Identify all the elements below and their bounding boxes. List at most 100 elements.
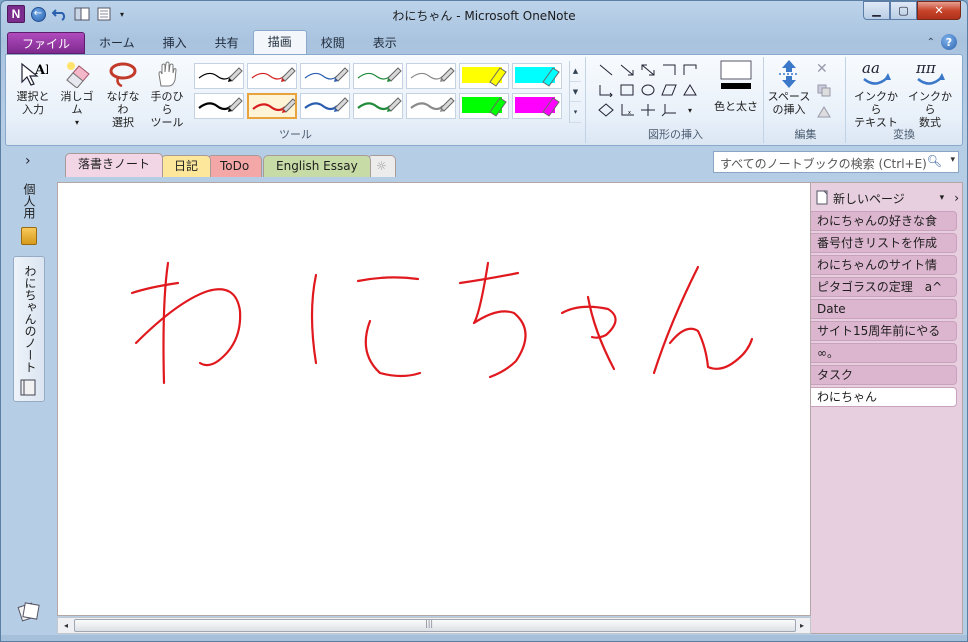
axis-xy-icon[interactable]	[596, 81, 616, 99]
expand-notebook-pane-button[interactable]: ›	[25, 153, 31, 169]
page-canvas[interactable]	[57, 182, 811, 616]
section-tab-rakugaki[interactable]: 落書きノート	[65, 153, 164, 177]
lasso-select-button[interactable]: なげなわ 選択	[102, 59, 144, 129]
color-and-thickness-label: 色と太さ	[714, 100, 758, 113]
rotate-button[interactable]	[816, 105, 836, 122]
tab-draw[interactable]: 描画	[252, 30, 307, 54]
search-icon[interactable]: 🔍︎	[927, 154, 942, 168]
svg-text:x: x	[628, 110, 631, 116]
highlighter-magenta[interactable]	[512, 93, 562, 119]
shapes-scroll-icon[interactable]: ▾	[680, 101, 700, 119]
search-scope-dropdown-icon[interactable]: ▾	[950, 155, 955, 165]
highlighter-green[interactable]	[459, 93, 509, 119]
tab-review[interactable]: 校閲	[307, 32, 359, 54]
section-tab-diary[interactable]: 日記	[161, 155, 212, 177]
gallery-up-icon[interactable]: ▲	[570, 61, 581, 82]
tab-home[interactable]: ホーム	[85, 32, 149, 54]
group-convert: aa インクから テキスト ππ インクから 数式 変換	[848, 57, 960, 143]
pen-red-thick[interactable]	[247, 93, 297, 119]
rectangle-shape-icon[interactable]	[617, 81, 637, 99]
eraser-button[interactable]: 消しゴム ▾	[56, 59, 98, 129]
insert-space-button[interactable]: スペース の挿入	[766, 59, 812, 116]
axis-corner-icon[interactable]	[680, 61, 700, 79]
pen-green-thin[interactable]	[353, 63, 403, 89]
delete-button[interactable]: ✕	[816, 61, 828, 77]
minimize-button[interactable]: ▁	[863, 1, 890, 20]
page-tab[interactable]: ∞。	[811, 343, 957, 363]
pen-blue-thick[interactable]	[300, 93, 350, 119]
maximize-button[interactable]: ▢	[890, 1, 917, 20]
pen-black-thick[interactable]	[194, 93, 244, 119]
ink-to-math-button[interactable]: ππ インクから 数式	[904, 59, 956, 129]
panning-hand-button[interactable]: 手のひら ツール	[146, 59, 188, 129]
tab-view[interactable]: 表示	[359, 32, 411, 54]
line-shape-icon[interactable]	[596, 61, 616, 79]
convert-group-label: 変換	[893, 128, 915, 141]
triangle-shape-icon[interactable]	[680, 81, 700, 99]
minimize-ribbon-icon[interactable]: ⌃	[927, 37, 935, 48]
pen-red-thin[interactable]	[247, 63, 297, 89]
collapse-page-tabs-icon[interactable]: ›	[954, 191, 959, 205]
tab-share[interactable]: 共有	[201, 32, 253, 54]
tab-insert[interactable]: 挿入	[149, 32, 201, 54]
window-controls: ▁ ▢ ✕	[863, 1, 961, 20]
axis-labeled-icon[interactable]: x	[617, 101, 637, 119]
page-tab[interactable]: わにちゃんの好きな食	[811, 211, 957, 231]
axis-2d-icon[interactable]	[659, 61, 679, 79]
pen-blue-thin[interactable]	[300, 63, 350, 89]
new-page-dropdown-icon[interactable]: ▾	[940, 193, 945, 203]
section-tab-todo[interactable]: ToDo	[207, 155, 263, 177]
highlighter-cyan[interactable]	[512, 63, 562, 89]
ink-to-text-button[interactable]: aa インクから テキスト	[850, 59, 902, 129]
pen-gallery	[194, 63, 566, 119]
close-button[interactable]: ✕	[917, 1, 961, 20]
help-icon[interactable]: ?	[941, 34, 957, 50]
page-tab-active[interactable]: わにちゃん	[811, 387, 957, 407]
title-bar: N ← ▾ わにちゃん - Microsoft OneNote ▁ ▢ ✕	[1, 1, 967, 29]
ink-to-text-label: インクから テキスト	[854, 90, 898, 129]
select-and-type-button[interactable]: AI 選択と 入力	[12, 59, 54, 116]
unfiled-notes-icon[interactable]	[17, 599, 41, 623]
double-arrow-shape-icon[interactable]	[638, 61, 658, 79]
eraser-label: 消しゴム	[60, 90, 94, 116]
search-input[interactable]: すべてのノートブックの検索 (Ctrl+E)	[720, 157, 927, 171]
gallery-more-icon[interactable]: ▾	[570, 102, 581, 124]
arrange-icon	[817, 84, 831, 97]
pen-black-thin[interactable]	[194, 63, 244, 89]
arrow-shape-icon[interactable]	[617, 61, 637, 79]
page-tab[interactable]: タスク	[811, 365, 957, 385]
new-section-tab[interactable]: ☼	[367, 155, 396, 177]
scroll-left-icon[interactable]: ◂	[59, 619, 73, 632]
new-page-button[interactable]: 新しいページ ▾ ›	[815, 187, 959, 209]
window-title: わにちゃん - Microsoft OneNote	[392, 9, 576, 23]
ink-drawing[interactable]	[58, 183, 810, 615]
page-tab[interactable]: わにちゃんのサイト情	[811, 255, 957, 275]
page-tab[interactable]: ピタゴラスの定理 a^	[811, 277, 957, 297]
axis-3d-icon[interactable]	[659, 101, 679, 119]
arrange-button[interactable]	[816, 83, 836, 100]
scrollbar-grip: |||	[425, 619, 434, 628]
pen-gray-thin[interactable]	[406, 63, 456, 89]
horizontal-scrollbar[interactable]: ◂ ||| ▸	[57, 617, 811, 634]
parallelogram-shape-icon[interactable]	[659, 81, 679, 99]
pen-gray-thick[interactable]	[406, 93, 456, 119]
highlighter-yellow[interactable]	[459, 63, 509, 89]
ellipse-shape-icon[interactable]	[638, 81, 658, 99]
scroll-right-icon[interactable]: ▸	[795, 619, 809, 632]
tab-file[interactable]: ファイル	[7, 32, 86, 54]
section-tab-english-essay[interactable]: English Essay	[263, 155, 371, 177]
page-tab[interactable]: サイト15周年前にやる	[811, 321, 957, 341]
axis-cross-icon[interactable]	[638, 101, 658, 119]
gallery-down-icon[interactable]: ▼	[570, 82, 581, 103]
page-tab[interactable]: 番号付きリストを作成	[811, 233, 957, 253]
notebook-personal[interactable]: 個人用	[13, 179, 45, 251]
search-all-notebooks[interactable]: すべてのノートブックの検索 (Ctrl+E) 🔍︎ ▾	[713, 151, 959, 173]
notebook-wani[interactable]: わにちゃんのノート	[13, 256, 45, 402]
pen-green-thick[interactable]	[353, 93, 403, 119]
diamond-shape-icon[interactable]	[596, 101, 616, 119]
window-bottom-border	[1, 635, 967, 641]
color-and-thickness-button[interactable]: 色と太さ	[712, 59, 760, 114]
notebook-wani-label: わにちゃんのノート	[23, 265, 37, 373]
scrollbar-thumb[interactable]: |||	[74, 619, 796, 632]
page-tab[interactable]: Date	[811, 299, 957, 319]
